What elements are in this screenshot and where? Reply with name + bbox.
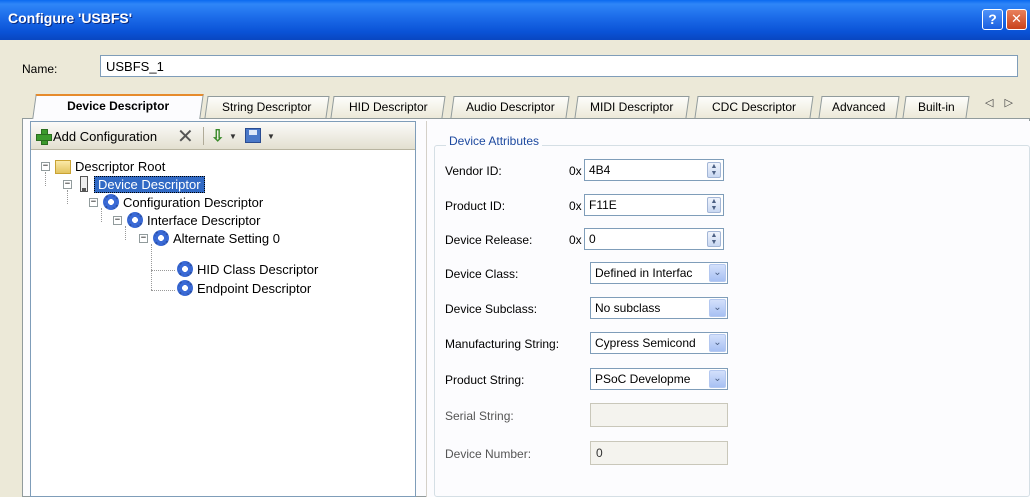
collapse-icon[interactable]: −	[89, 197, 98, 207]
chevron-down-icon[interactable]: ⌄	[709, 264, 726, 282]
vendor-id-field[interactable]: 4B4 ▲ ▼	[584, 159, 724, 181]
manufacturing-string-label: Manufacturing String:	[445, 337, 560, 351]
device-class-select[interactable]: Defined in Interfac ⌄	[590, 262, 728, 284]
delete-icon[interactable]: ✕	[177, 124, 194, 148]
tree-connector	[151, 244, 152, 290]
manufacturing-string-value: Cypress Semicond	[595, 336, 696, 350]
chevron-down-icon[interactable]: ⌄	[709, 334, 726, 352]
import-dropdown-icon[interactable]: ▼	[229, 132, 237, 141]
device-number-field: 0	[590, 441, 728, 465]
collapse-icon[interactable]: −	[139, 233, 148, 243]
tree-toolbar: Add Configuration ✕ ⇩ ▼ ▼	[31, 122, 415, 150]
tab-string-descriptor[interactable]: String Descriptor	[204, 96, 330, 118]
manufacturing-string-select[interactable]: Cypress Semicond ⌄	[590, 332, 728, 354]
tree-label: Endpoint Descriptor	[197, 280, 312, 296]
device-release-label: Device Release:	[445, 233, 533, 247]
collapse-icon[interactable]: −	[41, 161, 50, 171]
save-icon[interactable]	[245, 128, 261, 143]
product-string-select[interactable]: PSoC Developme ⌄	[590, 368, 728, 390]
product-id-field[interactable]: F11E ▲ ▼	[584, 194, 724, 216]
spin-arrows-icon[interactable]: ▲ ▼	[707, 231, 721, 247]
name-label: Name:	[22, 62, 58, 76]
tree-node-configuration-descriptor[interactable]: − Configuration Descriptor	[89, 193, 263, 211]
tab-hid-descriptor[interactable]: HID Descriptor	[330, 96, 446, 118]
device-subclass-select[interactable]: No subclass ⌄	[590, 297, 728, 319]
vendor-id-label: Vendor ID:	[445, 164, 502, 178]
tree-label: Interface Descriptor	[147, 212, 261, 228]
device-release-prefix: 0x	[569, 233, 582, 247]
tree-label: HID Class Descriptor	[197, 261, 319, 277]
add-configuration-label: Add Configuration	[53, 128, 158, 144]
tree-label: Descriptor Root	[75, 158, 166, 174]
configure-dialog: Configure 'USBFS' ? ✕ Name: Device Descr…	[0, 0, 1030, 497]
gear-icon	[177, 280, 193, 296]
product-id-label: Product ID:	[445, 199, 506, 213]
chevron-down-icon[interactable]: ⌄	[709, 370, 726, 388]
tab-advanced[interactable]: Advanced	[818, 96, 900, 118]
vendor-id-value: 4B4	[589, 163, 611, 177]
tab-audio-descriptor[interactable]: Audio Descriptor	[450, 96, 570, 118]
tree-connector	[151, 270, 175, 271]
descriptor-tree-pane: Add Configuration ✕ ⇩ ▼ ▼ − Descriptor R…	[30, 121, 416, 497]
tree-connector	[151, 290, 175, 291]
collapse-icon[interactable]: −	[63, 179, 72, 189]
tree-label: Device Descriptor	[94, 175, 205, 193]
gear-icon	[177, 261, 193, 277]
tree-label: Alternate Setting 0	[173, 230, 280, 246]
tab-cdc-descriptor[interactable]: CDC Descriptor	[694, 96, 814, 118]
usb-device-icon	[80, 176, 88, 192]
device-attributes-group	[434, 145, 1030, 497]
tab-built-in[interactable]: Built-in	[902, 96, 970, 118]
serial-string-label: Serial String:	[445, 409, 514, 423]
tree-node-descriptor-root[interactable]: − Descriptor Root	[41, 157, 165, 175]
tab-midi-descriptor[interactable]: MIDI Descriptor	[574, 96, 690, 118]
product-id-value: F11E	[589, 198, 617, 212]
tree-label: Configuration Descriptor	[123, 194, 264, 210]
product-id-prefix: 0x	[569, 199, 582, 213]
serial-string-field	[590, 403, 728, 427]
spin-arrows-icon[interactable]: ▲ ▼	[707, 197, 721, 213]
collapse-icon[interactable]: −	[113, 215, 122, 225]
device-attributes-title: Device Attributes	[446, 134, 543, 148]
product-string-value: PSoC Developme	[595, 372, 691, 386]
tree-node-interface-descriptor[interactable]: − Interface Descriptor	[113, 211, 260, 229]
tab-scroll-arrows[interactable]: ◁ ▷	[985, 96, 1017, 109]
tree-node-endpoint-descriptor[interactable]: Endpoint Descriptor	[177, 279, 311, 297]
tab-device-descriptor[interactable]: Device Descriptor	[32, 94, 204, 119]
device-release-value: 0	[589, 232, 596, 246]
window-title: Configure 'USBFS'	[8, 10, 133, 26]
add-icon	[35, 128, 52, 145]
tree-node-device-descriptor[interactable]: − Device Descriptor	[63, 175, 205, 193]
device-subclass-label: Device Subclass:	[445, 302, 538, 316]
chevron-down-icon[interactable]: ⌄	[709, 299, 726, 317]
help-icon[interactable]: ?	[982, 9, 1003, 30]
device-class-value: Defined in Interfac	[595, 266, 693, 280]
gear-icon	[127, 212, 143, 228]
close-icon[interactable]: ✕	[1006, 9, 1027, 30]
tab-strip: Device Descriptor String Descriptor HID …	[30, 94, 1030, 119]
product-string-label: Product String:	[445, 373, 525, 387]
gear-icon	[153, 230, 169, 246]
device-number-label: Device Number:	[445, 447, 532, 461]
device-class-label: Device Class:	[445, 267, 519, 281]
tree-node-alternate-setting[interactable]: − Alternate Setting 0	[139, 229, 280, 247]
name-input[interactable]	[100, 55, 1018, 77]
device-release-field[interactable]: 0 ▲ ▼	[584, 228, 724, 250]
title-bar[interactable]: Configure 'USBFS' ? ✕	[0, 0, 1030, 40]
tree-node-hid-class-descriptor[interactable]: HID Class Descriptor	[177, 260, 318, 278]
import-icon[interactable]: ⇩	[211, 126, 224, 146]
device-subclass-value: No subclass	[595, 301, 661, 315]
gear-icon	[103, 194, 119, 210]
folder-icon	[55, 160, 71, 174]
save-dropdown-icon[interactable]: ▼	[267, 132, 275, 141]
vendor-id-prefix: 0x	[569, 164, 582, 178]
add-configuration-button[interactable]: Add Configuration	[35, 127, 157, 145]
spin-arrows-icon[interactable]: ▲ ▼	[707, 162, 721, 178]
toolbar-separator	[203, 127, 204, 145]
